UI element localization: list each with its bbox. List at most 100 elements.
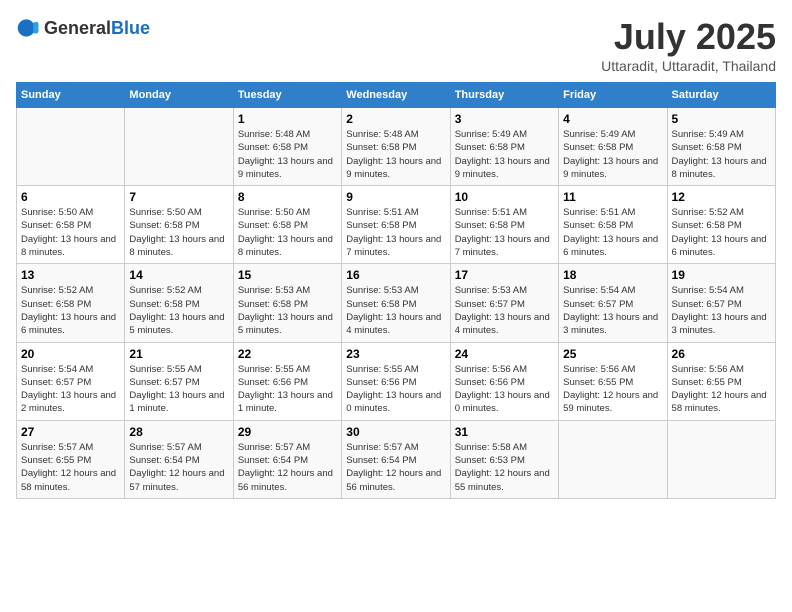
day-info: Sunrise: 5:50 AM Sunset: 6:58 PM Dayligh… [238, 206, 337, 259]
day-info: Sunrise: 5:56 AM Sunset: 6:55 PM Dayligh… [563, 363, 662, 416]
day-number: 16 [346, 268, 445, 282]
day-number: 30 [346, 425, 445, 439]
day-info: Sunrise: 5:51 AM Sunset: 6:58 PM Dayligh… [455, 206, 554, 259]
day-number: 28 [129, 425, 228, 439]
day-cell-19: 19 Sunrise: 5:54 AM Sunset: 6:57 PM Dayli… [667, 264, 775, 342]
calendar-header-row: SundayMondayTuesdayWednesdayThursdayFrid… [17, 83, 776, 108]
calendar-week-5: 27Sunrise: 5:57 AM Sunset: 6:55 PM Dayli… [17, 420, 776, 498]
day-number: 21 [129, 347, 228, 361]
day-info: Sunrise: 5:51 AM Sunset: 6:58 PM Dayligh… [563, 206, 662, 259]
day-number: 24 [455, 347, 554, 361]
empty-cell [667, 420, 775, 498]
logo-general: General [44, 18, 111, 38]
day-info: Sunrise: 5:56 AM Sunset: 6:56 PM Dayligh… [455, 363, 554, 416]
day-cell-8: 8 Sunrise: 5:50 AM Sunset: 6:58 PM Daylig… [233, 186, 341, 264]
day-info: Sunrise: 5:57 AM Sunset: 6:54 PM Dayligh… [129, 441, 228, 494]
day-cell-20: 20 Sunrise: 5:54 AM Sunset: 6:57 PM Dayli… [17, 342, 125, 420]
day-info: Sunrise: 5:50 AM Sunset: 6:58 PM Dayligh… [21, 206, 120, 259]
day-number: 13 [21, 268, 120, 282]
weekday-header-friday: Friday [559, 83, 667, 108]
day-info: Sunrise: 5:54 AM Sunset: 6:57 PM Dayligh… [672, 284, 771, 337]
day-info: Sunrise: 5:57 AM Sunset: 6:54 PM Dayligh… [238, 441, 337, 494]
day-number: 17 [455, 268, 554, 282]
day-info: Sunrise: 5:58 AM Sunset: 6:53 PM Dayligh… [455, 441, 554, 494]
weekday-header-tuesday: Tuesday [233, 83, 341, 108]
day-number: 14 [129, 268, 228, 282]
day-cell-23: 23 Sunrise: 5:55 AM Sunset: 6:56 PM Dayli… [342, 342, 450, 420]
day-number: 4 [563, 112, 662, 126]
logo-blue: Blue [111, 18, 150, 38]
day-cell-31: 31 Sunrise: 5:58 AM Sunset: 6:53 PM Dayli… [450, 420, 558, 498]
day-number: 12 [672, 190, 771, 204]
title-block: July 2025 Uttaradit, Uttaradit, Thailand [601, 16, 776, 74]
day-info: Sunrise: 5:49 AM Sunset: 6:58 PM Dayligh… [455, 128, 554, 181]
day-info: Sunrise: 5:57 AM Sunset: 6:55 PM Dayligh… [21, 441, 120, 494]
day-info: Sunrise: 5:56 AM Sunset: 6:55 PM Dayligh… [672, 363, 771, 416]
day-cell-25: 25Sunrise: 5:56 AM Sunset: 6:55 PM Dayli… [559, 342, 667, 420]
day-number: 2 [346, 112, 445, 126]
day-number: 11 [563, 190, 662, 204]
day-info: Sunrise: 5:51 AM Sunset: 6:58 PM Dayligh… [346, 206, 445, 259]
day-cell-27: 27Sunrise: 5:57 AM Sunset: 6:55 PM Dayli… [17, 420, 125, 498]
day-number: 31 [455, 425, 554, 439]
empty-cell [559, 420, 667, 498]
day-cell-28: 28 Sunrise: 5:57 AM Sunset: 6:54 PM Dayli… [125, 420, 233, 498]
day-cell-3: 3Sunrise: 5:49 AM Sunset: 6:58 PM Daylig… [450, 108, 558, 186]
day-info: Sunrise: 5:49 AM Sunset: 6:58 PM Dayligh… [672, 128, 771, 181]
day-info: Sunrise: 5:54 AM Sunset: 6:57 PM Dayligh… [21, 363, 120, 416]
calendar-week-2: 6Sunrise: 5:50 AM Sunset: 6:58 PM Daylig… [17, 186, 776, 264]
day-number: 8 [238, 190, 337, 204]
calendar-title: July 2025 [601, 16, 776, 58]
day-number: 1 [238, 112, 337, 126]
day-info: Sunrise: 5:55 AM Sunset: 6:56 PM Dayligh… [238, 363, 337, 416]
day-cell-15: 15 Sunrise: 5:53 AM Sunset: 6:58 PM Dayli… [233, 264, 341, 342]
day-info: Sunrise: 5:55 AM Sunset: 6:56 PM Dayligh… [346, 363, 445, 416]
day-cell-26: 26Sunrise: 5:56 AM Sunset: 6:55 PM Dayli… [667, 342, 775, 420]
calendar-week-4: 20 Sunrise: 5:54 AM Sunset: 6:57 PM Dayli… [17, 342, 776, 420]
day-cell-30: 30 Sunrise: 5:57 AM Sunset: 6:54 PM Dayli… [342, 420, 450, 498]
day-number: 9 [346, 190, 445, 204]
day-number: 19 [672, 268, 771, 282]
day-cell-2: 2 Sunrise: 5:48 AM Sunset: 6:58 PM Daylig… [342, 108, 450, 186]
day-cell-1: 1 Sunrise: 5:48 AM Sunset: 6:58 PM Daylig… [233, 108, 341, 186]
calendar-week-3: 13 Sunrise: 5:52 AM Sunset: 6:58 PM Dayli… [17, 264, 776, 342]
day-cell-29: 29Sunrise: 5:57 AM Sunset: 6:54 PM Dayli… [233, 420, 341, 498]
day-info: Sunrise: 5:53 AM Sunset: 6:57 PM Dayligh… [455, 284, 554, 337]
calendar-week-1: 1 Sunrise: 5:48 AM Sunset: 6:58 PM Daylig… [17, 108, 776, 186]
calendar-location: Uttaradit, Uttaradit, Thailand [601, 58, 776, 74]
logo: GeneralBlue [16, 16, 150, 40]
day-cell-7: 7Sunrise: 5:50 AM Sunset: 6:58 PM Daylig… [125, 186, 233, 264]
day-info: Sunrise: 5:53 AM Sunset: 6:58 PM Dayligh… [238, 284, 337, 337]
day-cell-13: 13 Sunrise: 5:52 AM Sunset: 6:58 PM Dayli… [17, 264, 125, 342]
calendar-table: SundayMondayTuesdayWednesdayThursdayFrid… [16, 82, 776, 499]
day-info: Sunrise: 5:49 AM Sunset: 6:58 PM Dayligh… [563, 128, 662, 181]
day-cell-22: 22Sunrise: 5:55 AM Sunset: 6:56 PM Dayli… [233, 342, 341, 420]
day-number: 10 [455, 190, 554, 204]
day-info: Sunrise: 5:55 AM Sunset: 6:57 PM Dayligh… [129, 363, 228, 416]
day-cell-10: 10 Sunrise: 5:51 AM Sunset: 6:58 PM Dayli… [450, 186, 558, 264]
day-info: Sunrise: 5:53 AM Sunset: 6:58 PM Dayligh… [346, 284, 445, 337]
day-cell-5: 5 Sunrise: 5:49 AM Sunset: 6:58 PM Daylig… [667, 108, 775, 186]
day-number: 23 [346, 347, 445, 361]
day-cell-17: 17 Sunrise: 5:53 AM Sunset: 6:57 PM Dayli… [450, 264, 558, 342]
day-number: 20 [21, 347, 120, 361]
day-info: Sunrise: 5:52 AM Sunset: 6:58 PM Dayligh… [129, 284, 228, 337]
day-info: Sunrise: 5:57 AM Sunset: 6:54 PM Dayligh… [346, 441, 445, 494]
weekday-header-sunday: Sunday [17, 83, 125, 108]
day-info: Sunrise: 5:48 AM Sunset: 6:58 PM Dayligh… [346, 128, 445, 181]
day-number: 5 [672, 112, 771, 126]
day-info: Sunrise: 5:54 AM Sunset: 6:57 PM Dayligh… [563, 284, 662, 337]
day-cell-14: 14 Sunrise: 5:52 AM Sunset: 6:58 PM Dayli… [125, 264, 233, 342]
weekday-header-monday: Monday [125, 83, 233, 108]
day-info: Sunrise: 5:52 AM Sunset: 6:58 PM Dayligh… [21, 284, 120, 337]
day-cell-12: 12 Sunrise: 5:52 AM Sunset: 6:58 PM Dayli… [667, 186, 775, 264]
page-header: GeneralBlue July 2025 Uttaradit, Uttarad… [16, 16, 776, 74]
weekday-header-thursday: Thursday [450, 83, 558, 108]
day-cell-9: 9 Sunrise: 5:51 AM Sunset: 6:58 PM Daylig… [342, 186, 450, 264]
weekday-header-wednesday: Wednesday [342, 83, 450, 108]
day-info: Sunrise: 5:50 AM Sunset: 6:58 PM Dayligh… [129, 206, 228, 259]
day-info: Sunrise: 5:52 AM Sunset: 6:58 PM Dayligh… [672, 206, 771, 259]
logo-icon [16, 16, 40, 40]
day-info: Sunrise: 5:48 AM Sunset: 6:58 PM Dayligh… [238, 128, 337, 181]
day-number: 15 [238, 268, 337, 282]
